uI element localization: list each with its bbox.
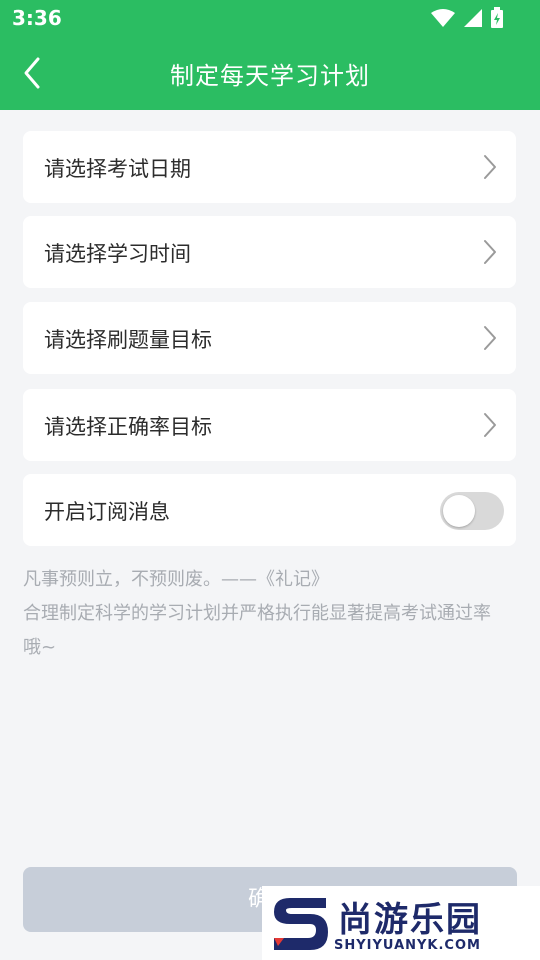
signal-icon: [464, 9, 482, 27]
toggle-knob: [443, 495, 475, 527]
watermark-name: 尚游乐园: [338, 900, 482, 940]
study-time-item[interactable]: 请选择学习时间: [23, 216, 516, 288]
exam-date-item[interactable]: 请选择考试日期: [23, 131, 516, 203]
subscription-label: 开启订阅消息: [44, 500, 170, 524]
watermark-url: SHYIYUANYK.COM: [334, 938, 481, 953]
wifi-icon: [431, 9, 455, 27]
status-bar: 3:36: [0, 0, 540, 36]
watermark-logo-icon: [274, 898, 328, 950]
quote-line-2: 合理制定科学的学习计划并严格执行能显著提高考试通过率哦~: [23, 603, 491, 658]
subscription-item: 开启订阅消息: [23, 474, 516, 546]
page-title: 制定每天学习计划: [170, 62, 370, 90]
chevron-right-icon: [484, 240, 496, 264]
status-time: 3:36: [12, 6, 62, 30]
exam-date-label: 请选择考试日期: [44, 157, 191, 181]
app-bar: 制定每天学习计划: [0, 36, 540, 110]
question-goal-item[interactable]: 请选择刷题量目标: [23, 302, 516, 374]
status-icons: [430, 7, 504, 29]
study-time-label: 请选择学习时间: [44, 242, 191, 266]
question-goal-label: 请选择刷题量目标: [44, 328, 212, 352]
chevron-right-icon: [484, 413, 496, 437]
subscription-toggle[interactable]: [440, 492, 504, 530]
battery-icon: [491, 7, 503, 28]
accuracy-goal-item[interactable]: 请选择正确率目标: [23, 389, 516, 461]
quote-line-1: 凡事预则立，不预则废。——《礼记》: [23, 569, 329, 590]
chevron-right-icon: [484, 326, 496, 350]
quote-text: 凡事预则立，不预则废。——《礼记》 合理制定科学的学习计划并严格执行能显著提高考…: [23, 563, 503, 665]
accuracy-goal-label: 请选择正确率目标: [44, 415, 212, 439]
chevron-right-icon: [484, 155, 496, 179]
watermark: 尚游乐园 SHYIYUANYK.COM: [262, 886, 540, 960]
